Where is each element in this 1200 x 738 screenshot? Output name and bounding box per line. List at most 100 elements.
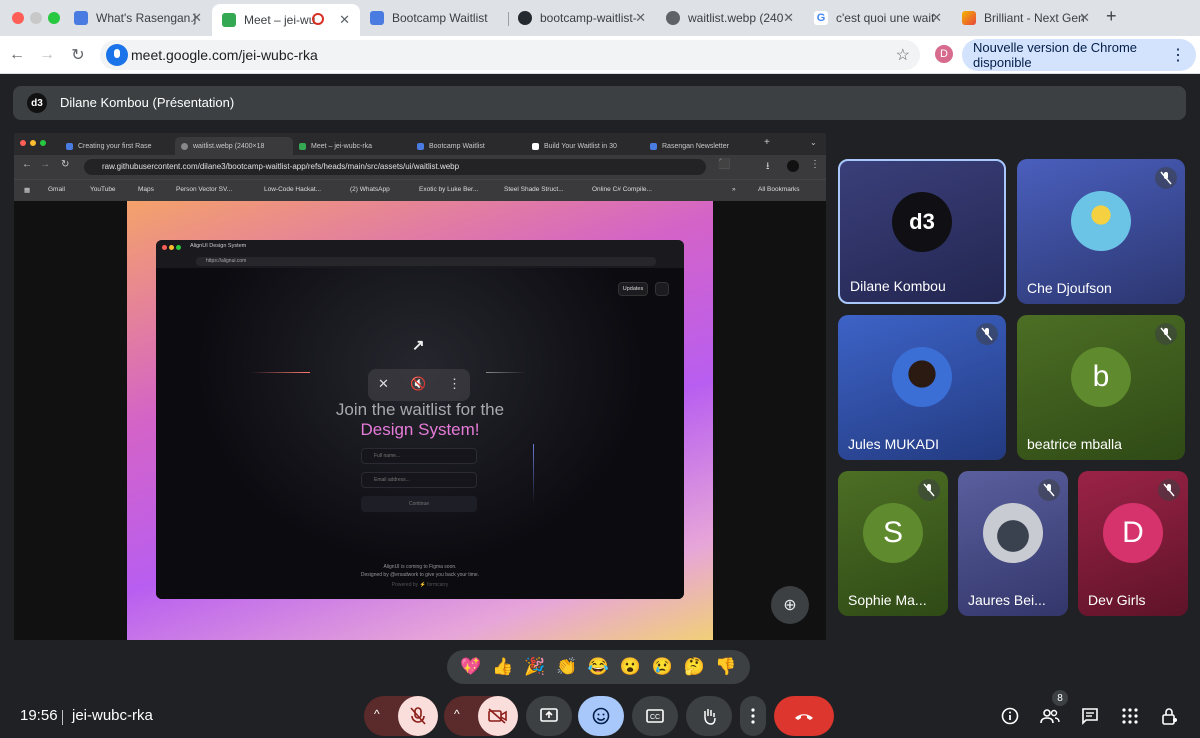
browser-tab[interactable]: Brilliant - Next Gen ✕ bbox=[952, 4, 1100, 32]
avatar: b bbox=[1071, 347, 1131, 408]
info-icon bbox=[1001, 707, 1019, 725]
browser-tab[interactable]: bootcamp-waitlist- ✕ bbox=[508, 4, 656, 32]
people-icon bbox=[1040, 709, 1060, 724]
participant-tile[interactable]: b beatrice mballa bbox=[1017, 315, 1185, 460]
mute-off-icon: 🔇 bbox=[410, 376, 427, 391]
mic-off-icon bbox=[1155, 167, 1177, 189]
mic-off-icon bbox=[1155, 323, 1177, 345]
shared-tab-strip: Creating your first Rase waitlist.webp (… bbox=[14, 133, 826, 155]
activities-button[interactable] bbox=[1120, 706, 1140, 726]
avatar: d3 bbox=[892, 191, 952, 252]
participant-count-badge: 8 bbox=[1052, 690, 1068, 706]
reaction-party[interactable]: 🎉 bbox=[524, 657, 545, 677]
browser-tab-strip: What's Rasengan.j ✕ Meet – jei-wub ✕ Boo… bbox=[0, 0, 1200, 36]
emoji-reactions-button[interactable] bbox=[578, 696, 624, 736]
close-tab-icon[interactable]: ✕ bbox=[191, 10, 202, 26]
address-bar[interactable]: meet.google.com/jei-wubc-rka ☆ bbox=[100, 40, 920, 70]
presenter-avatar: d3 bbox=[27, 93, 47, 113]
shared-bookmarks-bar: ▦ Gmail YouTube Maps Person Vector SV...… bbox=[14, 179, 826, 201]
more-vert-icon: ⋮ bbox=[448, 376, 461, 391]
mic-off-icon bbox=[918, 479, 940, 501]
avatar bbox=[892, 347, 952, 408]
meet-favicon-icon bbox=[222, 13, 236, 27]
camera-off-icon bbox=[488, 708, 507, 724]
avatar bbox=[1071, 191, 1131, 252]
browser-tab-active[interactable]: Meet – jei-wub ✕ bbox=[212, 4, 360, 36]
reaction-laugh[interactable]: 😂 bbox=[588, 657, 609, 677]
shared-tab: Build Your Waitlist in 30 bbox=[526, 137, 644, 155]
participant-tile[interactable]: Jules MUKADI bbox=[838, 315, 1006, 460]
close-tab-icon[interactable]: ✕ bbox=[635, 10, 646, 26]
chevron-up-icon[interactable]: ^ bbox=[454, 707, 460, 721]
calendar-icon bbox=[655, 282, 669, 296]
forward-arrow-icon[interactable]: → bbox=[36, 44, 58, 66]
reactions-bar: 💖 👍 🎉 👏 😂 😮 😢 🤔 👎 bbox=[447, 650, 750, 684]
presentation-title: Dilane Kombou (Présentation) bbox=[60, 95, 235, 110]
participant-tile[interactable]: D Dev Girls bbox=[1078, 471, 1188, 616]
shared-tab: Meet – jei-wubc-rka bbox=[293, 137, 411, 155]
continue-button: Continue bbox=[361, 496, 477, 512]
reaction-sad[interactable]: 😢 bbox=[652, 657, 673, 677]
mic-toggle-button[interactable] bbox=[398, 696, 438, 736]
close-tab-icon[interactable]: ✕ bbox=[783, 10, 794, 26]
more-vert-icon[interactable]: ⋮ bbox=[1170, 45, 1186, 65]
chrome-update-button[interactable]: Nouvelle version de Chrome disponible ⋮ bbox=[962, 39, 1196, 71]
waitlist-image-background: AlignUI Design System https://alignui.co… bbox=[127, 201, 713, 640]
svg-text:CC: CC bbox=[650, 714, 660, 721]
meeting-time: 19:56 bbox=[20, 707, 58, 724]
present-screen-button[interactable] bbox=[526, 696, 572, 736]
video-controls-overlay: ✕ 🔇 ⋮ bbox=[368, 369, 470, 401]
shared-tab: Bootcamp Waitlist bbox=[411, 137, 526, 155]
hand-icon bbox=[704, 709, 716, 725]
leave-call-button[interactable] bbox=[774, 696, 834, 736]
meeting-info-button[interactable] bbox=[1000, 706, 1020, 726]
bookmark-star-icon[interactable]: ☆ bbox=[896, 45, 910, 65]
browser-tab[interactable]: waitlist.webp (240 ✕ bbox=[656, 4, 804, 32]
participant-tile[interactable]: Jaures Bei... bbox=[958, 471, 1068, 616]
waitlist-headline: Join the waitlist for the bbox=[335, 400, 505, 419]
more-options-button[interactable] bbox=[740, 696, 766, 736]
minimize-window-button[interactable] bbox=[30, 12, 42, 24]
updates-button: Updates bbox=[618, 282, 648, 296]
shared-tab: waitlist.webp (2400×18 bbox=[175, 137, 293, 155]
zoom-in-icon[interactable]: ⊕ bbox=[771, 586, 809, 624]
browser-tab[interactable]: Bootcamp Waitlist bbox=[360, 4, 508, 32]
reaction-surprised[interactable]: 😮 bbox=[620, 657, 641, 677]
camera-toggle-button[interactable] bbox=[478, 696, 518, 736]
back-arrow-icon[interactable]: ← bbox=[6, 44, 28, 66]
mic-off-icon bbox=[410, 707, 426, 725]
full-name-field: Full name... bbox=[361, 448, 477, 464]
docs-favicon-icon bbox=[74, 11, 88, 25]
lock-person-icon bbox=[1162, 708, 1177, 725]
reaction-clap[interactable]: 👏 bbox=[556, 657, 577, 677]
reaction-thumbs-up[interactable]: 👍 bbox=[492, 657, 513, 677]
avatar: S bbox=[863, 503, 923, 564]
reaction-thinking[interactable]: 🤔 bbox=[683, 657, 704, 677]
chevron-up-icon[interactable]: ^ bbox=[374, 707, 380, 721]
close-tab-icon[interactable]: ✕ bbox=[931, 10, 942, 26]
reload-icon[interactable]: ↻ bbox=[67, 44, 89, 66]
participant-tile[interactable]: d3 Dilane Kombou bbox=[838, 159, 1006, 304]
close-tab-icon[interactable]: ✕ bbox=[339, 12, 350, 28]
shared-url: raw.githubusercontent.com/dilane3/bootca… bbox=[84, 159, 706, 175]
avatar: D bbox=[1103, 503, 1163, 564]
chat-button[interactable] bbox=[1080, 706, 1100, 726]
participant-tile[interactable]: S Sophie Ma... bbox=[838, 471, 948, 616]
reaction-heart[interactable]: 💖 bbox=[460, 657, 481, 677]
participant-tile[interactable]: Che Djoufson bbox=[1017, 159, 1185, 304]
zoom-window-button[interactable] bbox=[48, 12, 60, 24]
host-controls-button[interactable] bbox=[1160, 706, 1180, 726]
new-tab-button[interactable]: + bbox=[1106, 6, 1117, 27]
close-window-button[interactable] bbox=[12, 12, 24, 24]
raise-hand-button[interactable] bbox=[686, 696, 732, 736]
profile-avatar[interactable]: D bbox=[935, 45, 953, 63]
people-button[interactable] bbox=[1040, 706, 1060, 726]
captions-button[interactable]: CC bbox=[632, 696, 678, 736]
browser-tab[interactable]: G c'est quoi une wait ✕ bbox=[804, 4, 952, 32]
browser-tab[interactable]: What's Rasengan.j ✕ bbox=[64, 4, 212, 32]
close-tab-icon[interactable]: ✕ bbox=[1079, 10, 1090, 26]
microphone-permission-icon[interactable] bbox=[106, 44, 128, 66]
apps-grid-icon bbox=[1122, 708, 1138, 724]
mic-control-group: ^ bbox=[364, 696, 438, 736]
reaction-thumbs-down[interactable]: 👎 bbox=[715, 657, 736, 677]
